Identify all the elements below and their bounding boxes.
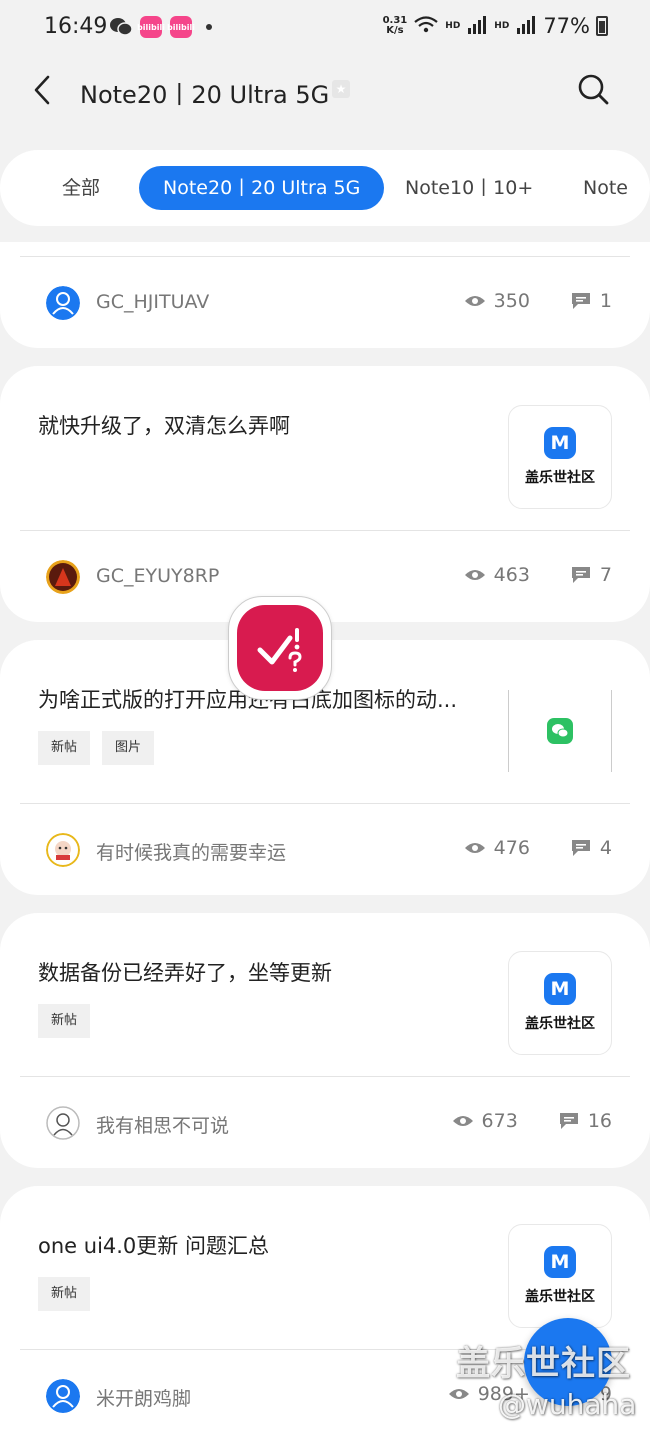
post-title[interactable]: 就快升级了，双清怎么弄啊 [38,410,290,440]
comment-count: 1 [570,290,612,312]
notification-icons: bilibili bilibili [110,16,212,38]
post-stats: 476 4 [464,837,612,859]
page-title: Note20丨20 Ultra 5G [80,81,330,109]
post-title[interactable]: 数据备份已经弄好了，坐等更新 [38,957,332,987]
comment-icon [571,567,590,583]
signal-icon [466,15,488,38]
divider [20,256,630,257]
avatar[interactable] [46,1106,80,1140]
app-header: Note20丨20 Ultra 5G ★ [0,60,650,120]
author-name[interactable]: 有时候我真的需要幸运 [96,838,286,865]
post-thumbnail[interactable] [508,690,612,772]
watermark-handle: @wuhaha [498,1388,637,1421]
galaxy-community-logo-icon: M [544,427,576,459]
post-thumbnail[interactable]: M 盖乐世社区 [508,951,612,1055]
tag-new: 新帖 [38,731,91,765]
view-count: 350 [464,290,530,312]
hd-label: HD [445,21,461,31]
comment-count: 16 [558,1110,612,1132]
status-bar: 16:49 bilibili bilibili 0.31 K/s HD HD 7… [0,0,650,56]
signal-icon [515,15,537,38]
tab-note20[interactable]: Note20丨20 Ultra 5G [139,166,385,210]
post-tags: 新帖 图片 [38,731,155,765]
eye-icon [464,843,485,853]
comment-icon [559,1113,578,1129]
post-thumbnail[interactable]: M 盖乐世社区 [508,1224,612,1328]
comment-icon [571,293,590,309]
divider [20,1076,630,1077]
author-row: GC_EYUY8RP 463 7 [46,560,612,594]
thumbnail-caption: 盖乐世社区 [525,1289,595,1305]
post-thumbnail[interactable]: M 盖乐世社区 [508,405,612,509]
post-card[interactable]: 就快升级了，双清怎么弄啊 M 盖乐世社区 GC_EYUY8RP 463 7 [0,366,650,622]
eye-icon [464,570,485,580]
comment-icon [571,840,590,856]
eye-icon [448,1389,469,1399]
tag-new: 新帖 [38,1004,91,1038]
wifi-icon [413,15,439,38]
post-stats: 350 1 [464,290,612,312]
watermark-text: 盖乐世社区 [456,1344,631,1384]
post-tags: 新帖 [38,1277,91,1311]
avatar[interactable] [46,1379,80,1413]
view-count: 476 [464,837,530,859]
tab-note10[interactable]: Note10丨10+ [405,166,533,210]
tag-image: 图片 [102,731,155,765]
favorite-star-icon[interactable]: ★ [332,80,350,98]
post-stats: 673 16 [452,1110,612,1132]
hd-label: HD [494,21,510,31]
more-notifications-dot [206,24,212,30]
back-button[interactable] [26,72,58,108]
author-name[interactable]: GC_EYUY8RP [96,565,219,587]
thumbnail-caption: 盖乐世社区 [525,1016,595,1032]
bilibili-icon: bilibili [167,16,195,38]
post-title[interactable]: one ui4.0更新 问题汇总 [38,1230,269,1260]
galaxy-community-logo-icon: M [544,973,576,1005]
avatar[interactable] [46,286,80,320]
bilibili-icon: bilibili [137,16,165,38]
post-card[interactable]: GC_HJITUAV 350 1 [0,242,650,348]
wechat-icon [547,718,573,744]
floating-app-badge[interactable] [228,596,332,700]
divider [20,803,630,804]
search-icon [578,74,609,105]
system-icons: 0.31 K/s HD HD 77% [383,14,608,38]
eye-icon [452,1116,473,1126]
battery-icon [596,16,608,36]
galaxy-community-logo-icon: M [544,1246,576,1278]
battery-percent: 77% [543,14,590,38]
eye-icon [464,296,485,306]
author-row: 有时候我真的需要幸运 476 4 [46,833,612,867]
author-row: 我有相思不可说 673 16 [46,1106,612,1140]
avatar[interactable] [46,833,80,867]
divider [20,530,630,531]
thumbnail-caption: 盖乐世社区 [525,470,595,486]
post-tags: 新帖 [38,1004,91,1038]
comment-count: 7 [570,564,612,586]
comment-count: 4 [570,837,612,859]
search-button[interactable] [576,72,612,108]
post-card[interactable]: 数据备份已经弄好了，坐等更新 新帖 M 盖乐世社区 我有相思不可说 673 16 [0,913,650,1168]
author-row: GC_HJITUAV 350 1 [46,286,612,320]
category-tabs: 全部 Note20丨20 Ultra 5G Note10丨10+ Note [0,150,650,226]
status-time: 16:49 [44,14,108,39]
net-speed: 0.31 K/s [382,15,408,36]
tab-note[interactable]: Note [583,166,628,210]
author-name[interactable]: 我有相思不可说 [96,1111,229,1138]
view-count: 673 [452,1110,518,1132]
back-arrow-icon [34,75,50,105]
tab-all[interactable]: 全部 [62,166,100,210]
author-name[interactable]: GC_HJITUAV [96,291,209,313]
view-count: 463 [464,564,530,586]
wechat-icon [110,16,132,38]
tag-new: 新帖 [38,1277,91,1311]
author-name[interactable]: 米开朗鸡脚 [96,1384,191,1411]
post-stats: 463 7 [464,564,612,586]
check-alert-icon [237,605,323,691]
avatar[interactable] [46,560,80,594]
